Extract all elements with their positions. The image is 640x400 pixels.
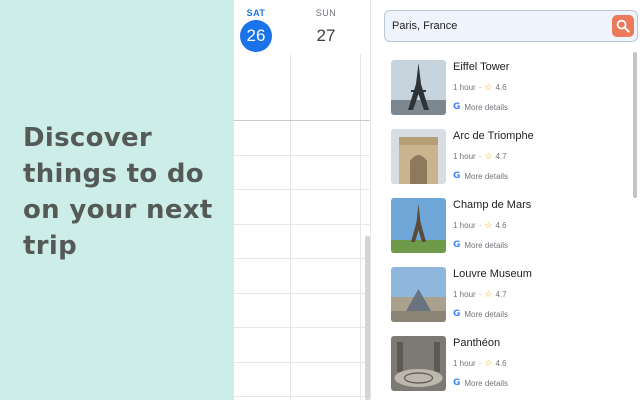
search-icon — [616, 19, 630, 33]
place-thumbnail — [391, 129, 446, 184]
grid-row-divider — [234, 189, 370, 190]
place-meta: 1 hour · ☆ 4.6 — [453, 82, 507, 93]
calendar-view: SAT 26 SUN 27 — [234, 0, 370, 400]
list-item[interactable]: Louvre Museum 1 hour · ☆ 4.7 G More deta… — [391, 263, 631, 332]
place-thumbnail — [391, 336, 446, 391]
place-meta: 1 hour · ☆ 4.7 — [453, 289, 507, 300]
louvre-museum-image — [391, 267, 446, 322]
results-list: Eiffel Tower 1 hour · ☆ 4.6 G More detai… — [391, 56, 631, 400]
calendar-day-sat[interactable]: SAT 26 — [234, 0, 286, 52]
place-rating: 4.6 — [495, 221, 507, 230]
place-thumbnail — [391, 60, 446, 115]
google-g-icon: G — [453, 171, 461, 181]
place-duration: 1 hour — [453, 221, 476, 230]
grid-row-divider — [234, 327, 370, 328]
more-details-link[interactable]: G More details — [453, 378, 508, 388]
star-icon: ☆ — [484, 151, 493, 161]
star-icon: ☆ — [484, 220, 493, 230]
pantheon-image — [391, 336, 446, 391]
google-g-icon: G — [453, 240, 461, 250]
more-details-label: More details — [464, 102, 508, 112]
google-g-icon: G — [453, 309, 461, 319]
place-name: Eiffel Tower — [453, 61, 510, 73]
grid-row-divider — [234, 258, 370, 259]
more-details-label: More details — [464, 309, 508, 319]
place-duration: 1 hour — [453, 290, 476, 299]
eiffel-tower-image — [391, 60, 446, 115]
place-thumbnail — [391, 198, 446, 253]
place-rating: 4.6 — [495, 83, 507, 92]
place-meta: 1 hour · ☆ 4.6 — [453, 358, 507, 369]
google-g-icon: G — [453, 378, 461, 388]
grid-column-divider — [360, 54, 361, 400]
separator-dot: · — [478, 221, 482, 230]
places-panel: Eiffel Tower 1 hour · ☆ 4.6 G More detai… — [370, 0, 640, 400]
separator-dot: · — [478, 83, 482, 92]
search-bar — [384, 10, 638, 42]
search-button[interactable] — [612, 15, 634, 37]
grid-row-divider — [234, 155, 370, 156]
promo-panel: Discover things to do on your next trip — [0, 0, 234, 400]
more-details-link[interactable]: G More details — [453, 102, 508, 112]
search-input[interactable] — [392, 11, 602, 41]
grid-row-divider — [234, 224, 370, 225]
more-details-link[interactable]: G More details — [453, 240, 508, 250]
place-rating: 4.7 — [495, 152, 507, 161]
place-meta: 1 hour · ☆ 4.7 — [453, 151, 507, 162]
promo-headline: Discover things to do on your next trip — [23, 123, 213, 261]
date-number: 27 — [316, 26, 336, 45]
list-item[interactable]: Champ de Mars 1 hour · ☆ 4.6 G More deta… — [391, 194, 631, 263]
results-scrollbar[interactable] — [633, 52, 637, 198]
arc-de-triomphe-image — [391, 129, 446, 184]
app-window: SAT 26 SUN 27 Paris, France Eiffel Tower… — [234, 0, 640, 400]
more-details-label: More details — [464, 240, 508, 250]
place-rating: 4.7 — [495, 290, 507, 299]
place-thumbnail — [391, 267, 446, 322]
place-duration: 1 hour — [453, 83, 476, 92]
grid-column-divider — [290, 54, 291, 400]
place-duration: 1 hour — [453, 359, 476, 368]
more-details-link[interactable]: G More details — [453, 171, 508, 181]
calendar-day-sun[interactable]: SUN 27 — [296, 0, 356, 52]
place-name: Champ de Mars — [453, 199, 532, 211]
list-item[interactable]: Panthéon 1 hour · ☆ 4.6 G More details — [391, 332, 631, 400]
calendar-grid[interactable] — [234, 54, 370, 400]
place-rating: 4.6 — [495, 359, 507, 368]
separator-dot: · — [478, 359, 482, 368]
star-icon: ☆ — [484, 358, 493, 368]
place-name: Panthéon — [453, 337, 501, 349]
place-meta: 1 hour · ☆ 4.6 — [453, 220, 507, 231]
google-g-icon: G — [453, 102, 461, 112]
more-details-link[interactable]: G More details — [453, 309, 508, 319]
place-name: Arc de Triomphe — [453, 130, 534, 142]
grid-row-divider — [234, 293, 370, 294]
separator-dot: · — [478, 290, 482, 299]
list-item[interactable]: Arc de Triomphe 1 hour · ☆ 4.7 G More de… — [391, 125, 631, 194]
place-duration: 1 hour — [453, 152, 476, 161]
more-details-label: More details — [464, 378, 508, 388]
star-icon: ☆ — [484, 289, 493, 299]
day-of-week-label: SAT — [246, 8, 266, 18]
day-of-week-label: SUN — [315, 8, 337, 18]
place-name: Louvre Museum — [453, 268, 532, 280]
date-number: 26 — [240, 20, 272, 52]
list-item[interactable]: Eiffel Tower 1 hour · ☆ 4.6 G More detai… — [391, 56, 631, 125]
star-icon: ☆ — [484, 82, 493, 92]
champ-de-mars-image — [391, 198, 446, 253]
grid-row-divider — [234, 396, 370, 397]
grid-row-divider — [234, 120, 370, 121]
more-details-label: More details — [464, 171, 508, 181]
grid-row-divider — [234, 362, 370, 363]
separator-dot: · — [478, 152, 482, 161]
